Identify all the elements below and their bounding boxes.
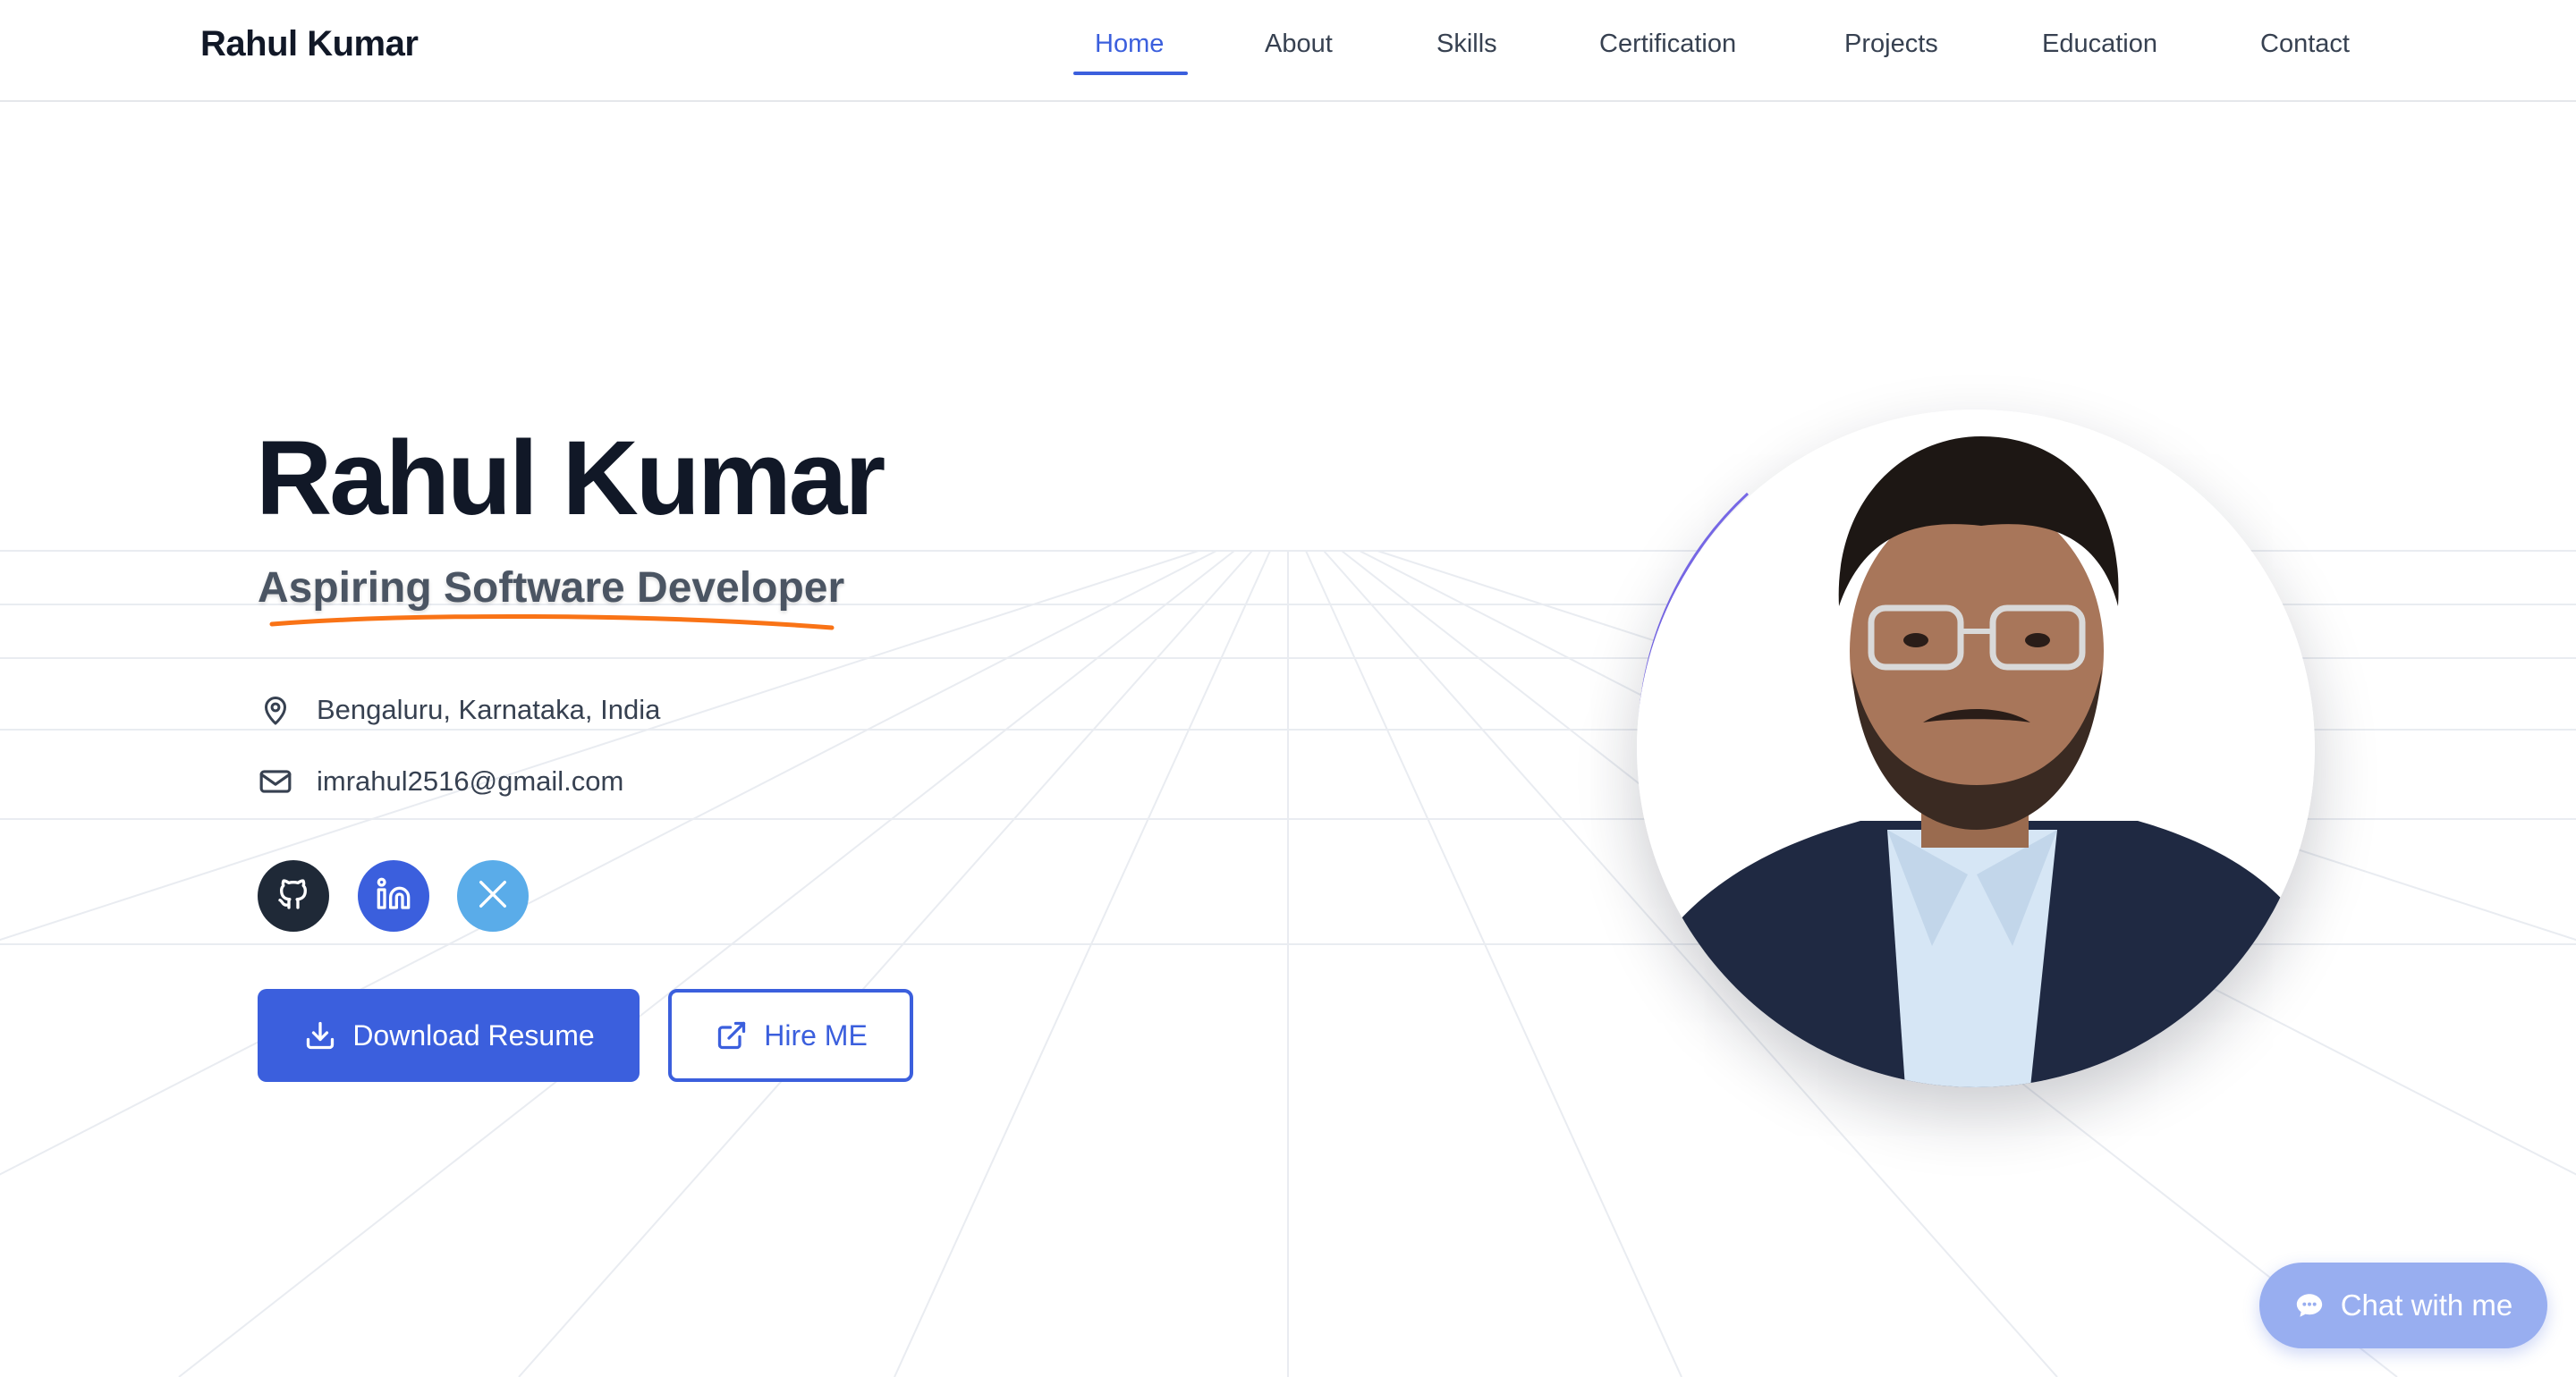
email-link[interactable]: imrahul2516@gmail.com [317, 765, 623, 798]
location-row: Bengaluru, Karnataka, India [258, 690, 660, 730]
hero-role: Aspiring Software Developer [258, 564, 845, 612]
download-resume-label: Download Resume [352, 1018, 595, 1052]
linkedin-link[interactable] [358, 860, 429, 932]
active-nav-indicator [1073, 72, 1188, 75]
hire-me-button[interactable]: Hire ME [668, 989, 913, 1082]
location-text: Bengaluru, Karnataka, India [317, 694, 661, 725]
nav-link-about[interactable]: About [1265, 23, 1333, 64]
brand-logo[interactable]: Rahul Kumar [200, 21, 419, 66]
chat-with-me-label: Chat with me [2340, 1288, 2513, 1322]
hire-me-label: Hire ME [764, 1018, 868, 1052]
portfolio-page: Rahul Kumar Home About Skills Certificat… [0, 0, 2576, 1377]
x-twitter-icon [475, 876, 511, 917]
map-pin-icon [258, 692, 293, 728]
nav-link-education[interactable]: Education [2042, 23, 2157, 64]
nav-link-skills[interactable]: Skills [1436, 23, 1497, 64]
chat-with-me-button[interactable]: Chat with me [2259, 1263, 2547, 1348]
role-underline [269, 613, 835, 630]
x-twitter-link[interactable] [457, 860, 529, 932]
profile-avatar-illustration [1637, 410, 2315, 1087]
download-icon [302, 1018, 338, 1053]
email-row: imrahul2516@gmail.com [258, 762, 623, 801]
chat-bubble-icon [2294, 1289, 2326, 1322]
navbar: Rahul Kumar Home About Skills Certificat… [0, 0, 2576, 102]
linkedin-icon [376, 876, 411, 917]
profile-photo [1637, 410, 2315, 1087]
hero-name: Rahul Kumar [256, 419, 886, 537]
external-link-icon [714, 1018, 750, 1053]
nav-link-home[interactable]: Home [1095, 23, 1164, 64]
nav-link-contact[interactable]: Contact [2260, 23, 2350, 64]
nav-link-projects[interactable]: Projects [1844, 23, 1938, 64]
nav-link-certification[interactable]: Certification [1599, 23, 1736, 64]
mail-icon [258, 764, 293, 799]
github-icon [275, 876, 311, 917]
download-resume-button[interactable]: Download Resume [258, 989, 640, 1082]
github-link[interactable] [258, 860, 329, 932]
